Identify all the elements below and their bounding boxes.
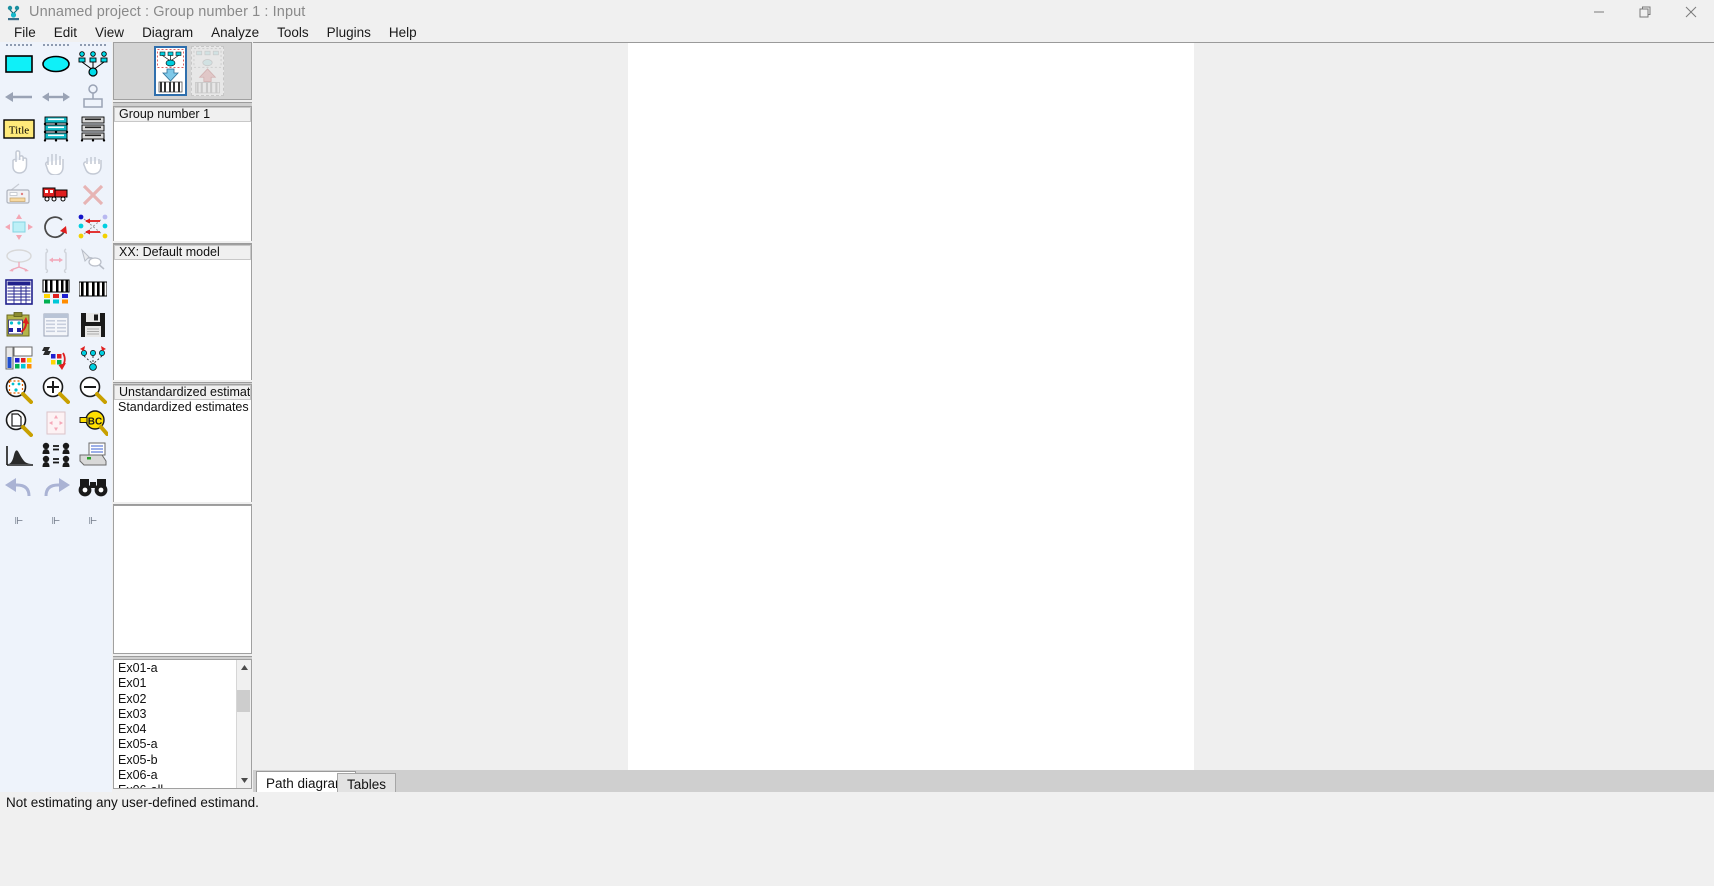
title-bar: Unnamed project : Group number 1 : Input [0,0,1714,24]
draw-observed-variable-icon[interactable] [0,48,37,81]
list-variables-in-model-icon[interactable] [37,113,74,146]
menu-plugins[interactable]: Plugins [318,24,380,42]
menu-help[interactable]: Help [380,24,426,42]
window-title: Unnamed project : Group number 1 : Input [29,4,306,20]
print-icon[interactable] [74,439,111,472]
amos-app-icon [5,4,22,21]
model-browser-column: Group number 1 XX: Default model Unstand… [112,42,253,876]
models-pane: XX: Default model [113,244,252,384]
file-list-item[interactable]: Ex06-a [114,768,236,783]
groups-pane: Group number 1 [113,106,252,245]
svg-text:Title: Title [8,125,29,137]
preserve-symmetries-icon[interactable] [74,341,111,374]
menu-edit[interactable]: Edit [45,24,86,42]
group-list-item[interactable]: Group number 1 [114,107,251,122]
draw-covariance-icon[interactable] [37,81,74,114]
file-list: Ex01-a Ex01 Ex02 Ex03 Ex04 Ex05-a Ex05-b… [114,660,236,788]
palette-expander-2-icon[interactable]: ⊩ [52,516,61,527]
model-list-item[interactable]: XX: Default model [114,245,251,260]
zoom-page-icon[interactable] [0,407,37,440]
deselect-all-objects-icon[interactable] [74,146,111,179]
tool-grid: Title BC [0,48,112,504]
zoom-in-icon[interactable] [37,374,74,407]
view-text-output-icon[interactable] [37,309,74,342]
move-parameter-icon[interactable] [0,244,37,277]
menu-analyze[interactable]: Analyze [202,24,268,42]
status-message: Not estimating any user-defined estimand… [6,795,259,810]
diagram-work-area[interactable] [253,42,1714,770]
list-variables-in-dataset-icon[interactable] [74,113,111,146]
select-all-objects-icon[interactable] [37,146,74,179]
draw-path-icon[interactable] [0,81,37,114]
path-diagram-thumbnails [113,42,252,100]
duplicate-objects-icon[interactable] [0,178,37,211]
file-list-item[interactable]: Ex05-a [114,737,236,752]
file-list-item[interactable]: Ex06-all [114,783,236,788]
estimates-item-standardized[interactable]: Standardized estimates [114,400,251,415]
file-list-item[interactable]: Ex01-a [114,661,236,676]
file-list-item[interactable]: Ex02 [114,692,236,707]
draw-unobserved-variable-icon[interactable] [37,48,74,81]
bayesian-estimation-icon[interactable] [0,439,37,472]
window-controls [1576,0,1714,24]
drag-properties-icon[interactable] [37,341,74,374]
object-properties-icon[interactable] [74,276,111,309]
redo-icon[interactable] [37,472,74,505]
menu-tools[interactable]: Tools [268,24,318,42]
touch-up-variable-icon[interactable] [74,244,111,277]
search-icon[interactable] [74,472,111,505]
resize-to-page-icon[interactable] [37,407,74,440]
save-diagram-icon[interactable] [74,309,111,342]
scrollbar-thumb[interactable] [237,690,250,712]
palette-expander-3-icon[interactable]: ⊩ [89,516,98,527]
estimates-pane: Unstandardized estimates Standardized es… [113,384,252,504]
draw-latent-with-indicators-icon[interactable] [74,48,111,81]
minimize-button[interactable] [1576,0,1622,24]
reflect-indicators-icon[interactable] [74,211,111,244]
maximize-restore-button[interactable] [1622,0,1668,24]
reposition-path-diagram-icon[interactable] [37,244,74,277]
palette-expanders: ⊩ ⊩ ⊩ [0,512,112,530]
menu-bar: File Edit View Diagram Analyze Tools Plu… [0,24,1714,42]
analysis-properties-icon[interactable] [37,276,74,309]
scroll-up-button[interactable] [237,660,251,675]
loupe-icon[interactable]: BC [74,407,111,440]
scroll-down-button[interactable] [237,773,251,788]
zoom-selected-area-icon[interactable] [0,374,37,407]
change-shape-icon[interactable] [0,211,37,244]
calculate-estimates-icon[interactable] [0,309,37,342]
file-list-item[interactable]: Ex05-b [114,753,236,768]
file-list-scrollbar[interactable] [236,660,251,788]
undo-icon[interactable] [0,472,37,505]
add-unique-variable-icon[interactable] [74,81,111,114]
estimates-item-unstandardized[interactable]: Unstandardized estimates [114,385,251,400]
amos-graphics-window: Unnamed project : Group number 1 : Input… [0,0,1714,886]
file-list-item[interactable]: Ex03 [114,707,236,722]
menu-diagram[interactable]: Diagram [133,24,202,42]
path-diagram-page[interactable] [628,43,1194,770]
menu-view[interactable]: View [86,24,133,42]
select-one-object-icon[interactable] [0,146,37,179]
rotate-indicators-icon[interactable] [37,211,74,244]
tool-palette: Title BC ⊩ ⊩ ⊩ [0,42,112,876]
move-objects-icon[interactable] [37,178,74,211]
input-path-diagram-thumbnail[interactable] [154,46,187,96]
output-path-diagram-thumbnail[interactable] [191,46,224,96]
file-list-item[interactable]: Ex01 [114,676,236,691]
figure-caption-icon[interactable]: Title [0,113,37,146]
parameters-pane [113,505,252,654]
erase-objects-icon[interactable] [74,178,111,211]
menu-file[interactable]: File [5,24,45,42]
file-list-item[interactable]: Ex04 [114,722,236,737]
select-data-file-icon[interactable] [0,276,37,309]
close-button[interactable] [1668,0,1714,24]
multiple-group-analysis-icon[interactable] [37,439,74,472]
scrollbar-track[interactable] [237,675,251,773]
status-bar: Not estimating any user-defined estimand… [0,792,1714,886]
file-list-pane: Ex01-a Ex01 Ex02 Ex03 Ex04 Ex05-a Ex05-b… [113,659,252,789]
zoom-out-icon[interactable] [74,374,111,407]
palette-expander-1-icon[interactable]: ⊩ [15,516,24,527]
object-properties-2-icon[interactable] [0,341,37,374]
